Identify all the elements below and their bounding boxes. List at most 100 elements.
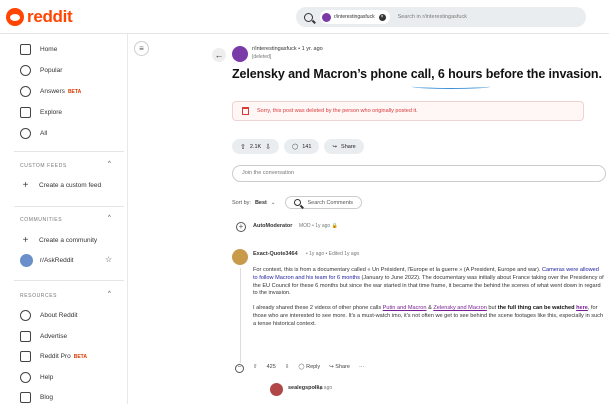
award-icon: 🔒: [331, 223, 338, 229]
deleted-notice-text: Sorry, this post was deleted by the pers…: [257, 108, 418, 114]
beta-badge: BETA: [73, 353, 87, 360]
post-time: • 1 yr. ago: [298, 46, 323, 52]
link-here[interactable]: here: [576, 305, 588, 311]
upvote-icon[interactable]: ⇧: [253, 364, 258, 370]
text-span: but: [486, 305, 498, 312]
share-button[interactable]: ↪ Share: [324, 139, 364, 154]
advertise-icon: [20, 331, 31, 342]
sidebar-item-label: Create a custom feed: [39, 182, 102, 189]
avatar[interactable]: [270, 383, 283, 396]
sidebar-item-help[interactable]: Help: [20, 372, 53, 383]
star-icon[interactable]: ☆: [105, 255, 112, 264]
post-author: [deleted]: [252, 54, 272, 60]
text-span: I already shared these 2 videos of other…: [253, 305, 383, 312]
about-icon: [20, 310, 31, 321]
share-button[interactable]: ↪ Share: [329, 364, 350, 370]
downvote-icon[interactable]: ⇩: [265, 143, 271, 151]
trash-icon: [242, 107, 249, 115]
sidebar-item-popular[interactable]: Popular: [20, 65, 62, 76]
mod-tag: MOD: [299, 223, 311, 229]
section-title-communities: COMMUNITIES: [20, 217, 63, 223]
sidebar-item-explore[interactable]: Explore: [20, 107, 62, 118]
search-bar[interactable]: r/interestingasfuck × Search in r/intere…: [296, 7, 586, 27]
sidebar-item-home[interactable]: Home: [20, 44, 57, 55]
bold-text: the full thing can be watched: [497, 305, 577, 312]
vote-pill: ⇧ 2.1K ⇩: [232, 139, 280, 154]
sidebar-item-advertise[interactable]: Advertise: [20, 331, 67, 342]
subreddit-line: r/interestingasfuck • 1 yr. ago: [252, 46, 323, 52]
reddit-logo[interactable]: reddit: [6, 7, 73, 27]
comment-icon: ◯: [292, 143, 299, 150]
search-icon: [294, 199, 302, 206]
search-input[interactable]: Search in r/interestingasfuck: [398, 14, 467, 20]
sidebar-item-reddit-pro[interactable]: Reddit Pro BETA: [20, 351, 87, 362]
title-annotation-underline: [412, 84, 490, 89]
home-icon: [20, 44, 31, 55]
sidebar-item-all[interactable]: All: [20, 128, 47, 139]
subreddit-avatar[interactable]: [232, 46, 248, 62]
sort-label: Sort by:: [232, 199, 251, 206]
comment-paragraph: For context, this is from a documentary …: [253, 267, 605, 298]
sidebar-item-label: Advertise: [40, 333, 68, 340]
sidebar-item-label: Blog: [40, 394, 54, 401]
share-icon: ↪: [332, 143, 338, 150]
subreddit-link[interactable]: r/interestingasfuck: [252, 46, 297, 52]
chevron-down-icon[interactable]: ⌄: [271, 200, 276, 206]
community-avatar: [20, 254, 33, 267]
avatar[interactable]: [232, 249, 248, 265]
sidebar-item-label: Popular: [40, 67, 63, 74]
comment-meta: • 1y ago • Edited 1y ago: [306, 251, 360, 257]
join-conversation-input[interactable]: Join the conversation: [232, 165, 606, 182]
automod-meta: MOD • 1y ago 🔒: [299, 223, 338, 229]
sidebar-item-label: r/AskReddit: [40, 257, 74, 264]
section-title-resources: RESOURCES: [20, 293, 58, 299]
help-icon: [20, 372, 31, 383]
logo-text: reddit: [27, 7, 73, 26]
chevron-up-icon[interactable]: ^: [108, 215, 111, 221]
subreddit-search-chip[interactable]: r/interestingasfuck ×: [320, 10, 390, 24]
sidebar-item-askreddit[interactable]: r/AskReddit: [20, 254, 74, 267]
sidebar-item-about[interactable]: About Reddit: [20, 310, 78, 321]
comment-actions: ⇧ 425 ⇩ ◯ Reply ↪ Share ···: [253, 364, 364, 370]
divider: [14, 151, 124, 152]
reply-time: • 1y ago: [314, 385, 333, 391]
search-comments-button[interactable]: Search Comments: [285, 196, 363, 209]
link-putin-macron[interactable]: Putin and Macron: [383, 305, 427, 311]
comments-button[interactable]: ◯ 141: [284, 139, 320, 154]
comment-author[interactable]: Exact-Quote3464: [253, 251, 298, 257]
chevron-up-icon[interactable]: ^: [108, 161, 111, 167]
divider: [14, 280, 124, 281]
sort-dropdown[interactable]: Best: [255, 200, 267, 206]
comment-paragraph: I already shared these 2 videos of other…: [253, 305, 605, 328]
reddit-snoo-icon: [6, 8, 24, 26]
share-label: Share: [335, 364, 350, 370]
upvote-icon[interactable]: ⇧: [240, 143, 246, 151]
thread-line[interactable]: [240, 268, 241, 363]
more-options-icon[interactable]: ···: [359, 364, 365, 370]
create-community[interactable]: + Create a community: [20, 235, 98, 246]
comment-count: 141: [302, 143, 312, 150]
answers-icon: [20, 86, 31, 97]
create-custom-feed[interactable]: + Create a custom feed: [20, 180, 102, 191]
link-zelensky-macron[interactable]: Zelensky and Macron: [433, 305, 486, 311]
sidebar-item-label: Reddit Pro: [40, 353, 71, 360]
downvote-icon[interactable]: ⇩: [285, 364, 290, 370]
sidebar-item-answers[interactable]: Answers BETA: [20, 86, 81, 97]
close-icon[interactable]: ×: [378, 13, 386, 21]
sidebar-item-label: Home: [40, 46, 58, 53]
automod-name[interactable]: AutoModerator: [253, 223, 292, 229]
beta-badge: BETA: [67, 88, 82, 95]
back-button[interactable]: ←: [212, 48, 226, 62]
comment-body: For context, this is from a documentary …: [253, 267, 605, 336]
vote-count: 2.1K: [249, 143, 262, 150]
sidebar-item-blog[interactable]: Blog: [20, 392, 53, 403]
plus-icon: +: [22, 180, 29, 191]
chevron-up-icon[interactable]: ^: [108, 291, 111, 297]
expand-thread-icon[interactable]: +: [236, 222, 246, 232]
collapse-thread-icon[interactable]: −: [235, 364, 244, 373]
reply-button[interactable]: ◯ Reply: [298, 364, 320, 370]
popular-icon: [20, 65, 31, 76]
sidebar-item-label: About Reddit: [40, 312, 78, 319]
share-label: Share: [341, 143, 356, 150]
collapse-sidebar-button[interactable]: ≡: [134, 41, 149, 56]
